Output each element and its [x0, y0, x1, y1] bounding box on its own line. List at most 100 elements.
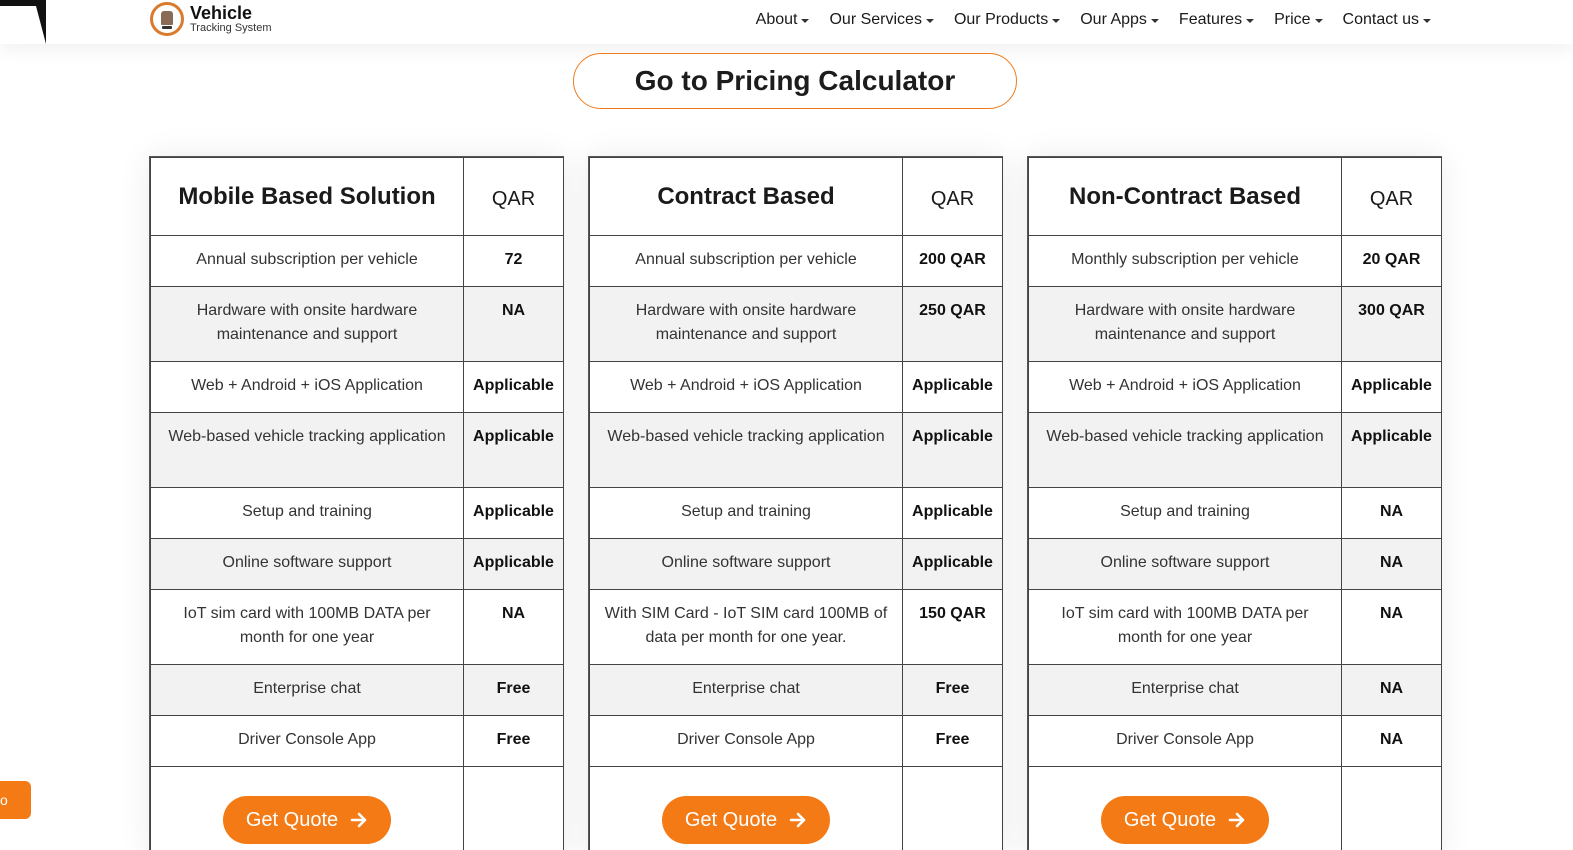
button-row: Get Quote — [589, 766, 1003, 850]
feature-cell: Web + Android + iOS Application — [1028, 361, 1342, 413]
feature-cell: Web-based vehicle tracking application — [589, 412, 903, 488]
button-row: Get Quote — [1028, 766, 1442, 850]
caret-down-icon — [801, 18, 810, 23]
feature-cell: With SIM Card - IoT SIM card 100MB of da… — [589, 589, 903, 665]
get-quote-label: Get Quote — [684, 809, 778, 831]
feature-cell: IoT sim card with 100MB DATA per month f… — [150, 589, 464, 665]
button-row: Get Quote — [150, 766, 564, 850]
side-feedback-tab[interactable]: o — [0, 781, 31, 819]
get-quote-button[interactable]: Get Quote — [1101, 796, 1269, 844]
value-cell: Applicable — [1341, 361, 1442, 413]
value-cell: 200 QAR — [902, 235, 1003, 287]
value-cell: NA — [1341, 538, 1442, 590]
plan-title: Non-Contract Based — [1028, 157, 1342, 236]
value-cell: Applicable — [463, 412, 564, 488]
table-row: Online software support Applicable — [589, 538, 1003, 590]
nav-label: Price — [1274, 11, 1311, 28]
table-row: Driver Console App NA — [1028, 715, 1442, 767]
table-row: IoT sim card with 100MB DATA per month f… — [150, 589, 564, 665]
feature-cell: Setup and training — [150, 487, 464, 539]
get-quote-label: Get Quote — [1123, 809, 1217, 831]
nav-our-apps[interactable]: Our Apps — [1080, 11, 1159, 29]
table-row: Hardware with onsite hardware maintenanc… — [150, 286, 564, 362]
feature-cell: Hardware with onsite hardware maintenanc… — [150, 286, 464, 362]
nav-our-services[interactable]: Our Services — [829, 11, 934, 29]
table-row: Annual subscription per vehicle 200 QAR — [589, 235, 1003, 287]
feature-cell: Monthly subscription per vehicle — [1028, 235, 1342, 287]
table-row: Monthly subscription per vehicle 20 QAR — [1028, 235, 1442, 287]
nav-label: About — [755, 11, 798, 28]
value-cell: Free — [463, 715, 564, 767]
value-cell: Applicable — [463, 538, 564, 590]
caret-down-icon — [1423, 18, 1431, 23]
side-tab-label: o — [0, 792, 8, 808]
feature-cell: Online software support — [1028, 538, 1342, 590]
feature-cell: Driver Console App — [1028, 715, 1342, 767]
table-row: Setup and training NA — [1028, 487, 1442, 539]
feature-cell: Enterprise chat — [1028, 664, 1342, 716]
currency-header: QAR — [463, 157, 564, 236]
table-row: Setup and training Applicable — [150, 487, 564, 539]
pricing-table-contract: Contract Based QAR Annual subscription p… — [588, 156, 1003, 850]
feature-cell: Online software support — [589, 538, 903, 590]
value-cell: Applicable — [902, 412, 1003, 488]
pricing-table-mobile: Mobile Based Solution QAR Annual subscri… — [149, 156, 564, 850]
caret-down-icon — [1150, 18, 1159, 23]
logo-title: Vehicle — [190, 3, 253, 23]
table-row: Hardware with onsite hardware maintenanc… — [589, 286, 1003, 362]
get-quote-button[interactable]: Get Quote — [662, 796, 830, 844]
table-row: Online software support Applicable — [150, 538, 564, 590]
value-cell: Applicable — [902, 361, 1003, 413]
feature-cell: Setup and training — [1028, 487, 1342, 539]
feature-cell: Web-based vehicle tracking application — [1028, 412, 1342, 488]
feature-cell: Driver Console App — [589, 715, 903, 767]
table-row: Setup and training Applicable — [589, 487, 1003, 539]
table-row: Hardware with onsite hardware maintenanc… — [1028, 286, 1442, 362]
table-row: Online software support NA — [1028, 538, 1442, 590]
site-header: Vehicle Tracking System About Our Servic… — [0, 0, 1573, 44]
pricing-calculator-button[interactable]: Go to Pricing Calculator — [573, 53, 1017, 109]
value-cell: NA — [1341, 589, 1442, 665]
feature-cell: Setup and training — [589, 487, 903, 539]
empty-cell — [902, 766, 1003, 850]
table-row: Web-based vehicle tracking application Ap… — [589, 412, 1003, 488]
table-row: Enterprise chat Free — [589, 664, 1003, 716]
table-header-row: Mobile Based Solution QAR — [150, 157, 564, 236]
table-row: Driver Console App Free — [150, 715, 564, 767]
nav-features[interactable]: Features — [1178, 11, 1255, 29]
button-cell: Get Quote — [150, 766, 464, 850]
nav-about[interactable]: About — [756, 11, 810, 29]
currency-header: QAR — [902, 157, 1003, 236]
value-cell: Applicable — [1341, 412, 1442, 488]
feature-cell: Web-based vehicle tracking application — [150, 412, 464, 488]
nav-label: Contact us — [1342, 11, 1419, 28]
value-cell: Applicable — [463, 361, 564, 413]
table-header-row: Contract Based QAR — [589, 157, 1003, 236]
caret-down-icon — [1052, 18, 1061, 23]
nav-label: Features — [1178, 11, 1243, 28]
arrow-right-icon — [1228, 811, 1246, 829]
table-row: Web + Android + iOS Application Applicabl… — [150, 361, 564, 413]
main-nav: About Our Services Our Products Our Apps… — [756, 11, 1431, 29]
get-quote-button[interactable]: Get Quote — [223, 796, 391, 844]
site-logo[interactable]: Vehicle Tracking System — [150, 2, 272, 36]
feature-cell: IoT sim card with 100MB DATA per month f… — [1028, 589, 1342, 665]
get-quote-label: Get Quote — [245, 809, 339, 831]
nav-our-products[interactable]: Our Products — [953, 11, 1061, 29]
value-cell: Free — [463, 664, 564, 716]
feature-cell: Enterprise chat — [150, 664, 464, 716]
value-cell: NA — [463, 286, 564, 362]
feature-cell: Annual subscription per vehicle — [150, 235, 464, 287]
value-cell: 150 QAR — [902, 589, 1003, 665]
nav-price[interactable]: Price — [1274, 11, 1323, 29]
feature-cell: Web + Android + iOS Application — [589, 361, 903, 413]
nav-label: Our Products — [953, 11, 1049, 28]
value-cell: Free — [902, 664, 1003, 716]
empty-cell — [1341, 766, 1442, 850]
table-row: Driver Console App Free — [589, 715, 1003, 767]
table-row: Annual subscription per vehicle 72 — [150, 235, 564, 287]
nav-contact-us[interactable]: Contact us — [1343, 11, 1431, 29]
bus-logo-icon — [150, 2, 184, 36]
value-cell: NA — [1341, 487, 1442, 539]
value-cell: 72 — [463, 235, 564, 287]
